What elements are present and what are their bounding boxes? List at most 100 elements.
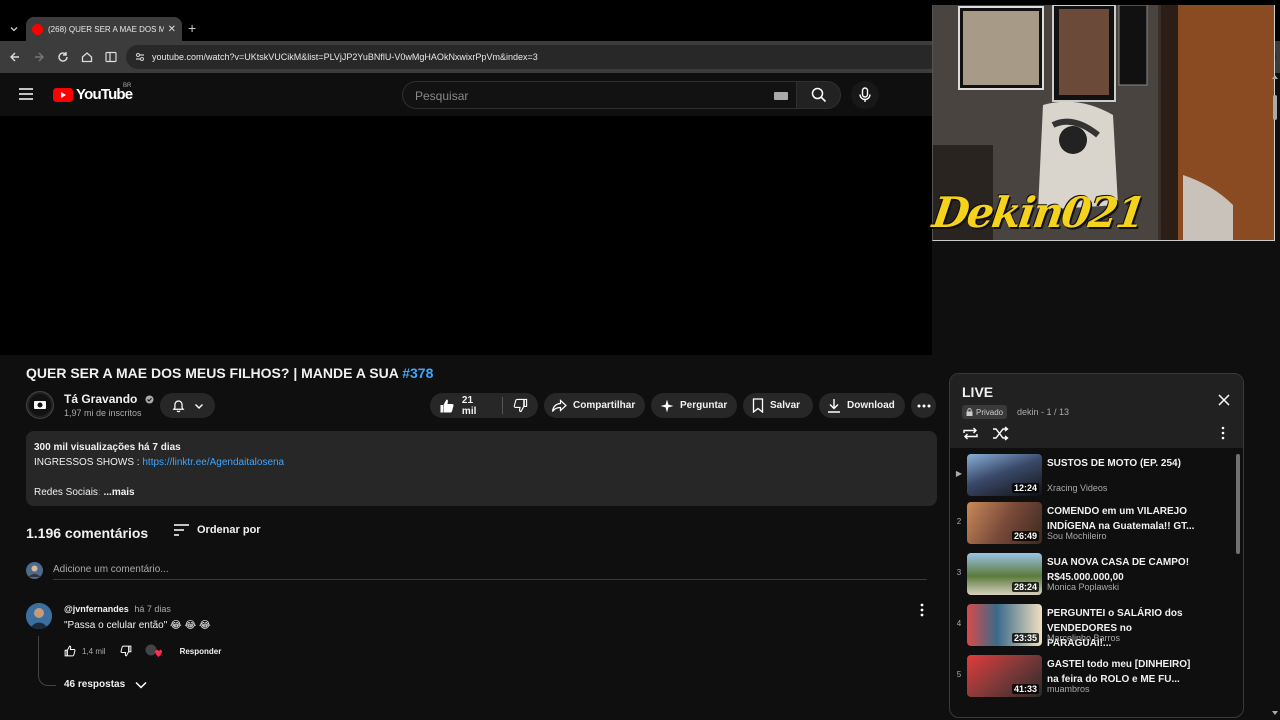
- playlist-item[interactable]: 5 41:33 GASTEI todo meu [DINHEIRO] na fe…: [950, 653, 1238, 699]
- playlist-item-thumbnail: 12:24: [967, 454, 1042, 496]
- save-label: Salvar: [770, 400, 801, 411]
- channel-logo-icon: [29, 394, 51, 416]
- sort-comments-button[interactable]: Ordenar por: [174, 524, 261, 536]
- thumbs-up-icon[interactable]: [64, 645, 76, 657]
- side-panel-icon[interactable]: [104, 50, 118, 64]
- chevron-down-icon: [195, 403, 203, 409]
- add-comment-input[interactable]: Adicione um comentário...: [53, 564, 169, 575]
- site-settings-icon[interactable]: [134, 51, 146, 63]
- shuffle-icon[interactable]: [992, 426, 1009, 441]
- youtube-logo[interactable]: YouTube: [53, 86, 133, 103]
- comment-header: @jvnfernandes há 7 dias: [64, 604, 171, 614]
- ask-button[interactable]: Perguntar: [651, 393, 737, 418]
- playlist-item-thumbnail: 41:33: [967, 655, 1042, 697]
- notification-settings-button[interactable]: [160, 393, 215, 418]
- show-replies-button[interactable]: 46 respostas: [64, 679, 147, 690]
- sort-icon: [174, 524, 189, 536]
- playlist-item-duration: 28:24: [1011, 582, 1039, 592]
- description-more-button[interactable]: ...mais: [103, 487, 134, 498]
- hamburger-menu-icon[interactable]: [19, 88, 33, 100]
- playlist-item-title: SUA NOVA CASA DE CAMPO! R$45.000.000,00: [1047, 557, 1190, 583]
- playlist-panel: LIVE Privado dekin - 1 / 13 ▶ 12:24 SUST…: [949, 373, 1244, 718]
- microphone-icon: [859, 87, 871, 102]
- new-tab-button[interactable]: +: [188, 21, 196, 35]
- more-actions-button[interactable]: [911, 393, 936, 418]
- browser-tab[interactable]: (268) QUER SER A MAE DOS M ✕: [26, 17, 182, 41]
- lock-icon: [966, 408, 973, 416]
- forward-arrow-icon[interactable]: [32, 50, 46, 64]
- description-fade: :: [97, 487, 101, 498]
- search-button[interactable]: [796, 81, 841, 109]
- tab-search-button[interactable]: [4, 19, 24, 39]
- user-avatar: [26, 562, 43, 579]
- playlist-item-channel: muambros: [1047, 684, 1090, 694]
- comment-avatar-icon: [26, 603, 52, 629]
- download-icon: [828, 399, 840, 413]
- more-vertical-icon[interactable]: [1220, 426, 1226, 440]
- channel-name[interactable]: Tá Gravando: [64, 392, 154, 406]
- playlist-item[interactable]: 4 23:35 PERGUNTEI o SALÁRIO dos VENDEDOR…: [950, 602, 1238, 649]
- playlist-item-channel: Marcelinho Barros: [1047, 633, 1121, 643]
- description-stats: 300 mil visualizações há 7 dias: [34, 442, 181, 453]
- like-count: 21 mil: [461, 394, 477, 417]
- playlist-header: LIVE Privado dekin - 1 / 13: [950, 374, 1243, 448]
- channel-avatar[interactable]: [26, 391, 54, 419]
- dislike-button[interactable]: [503, 393, 538, 418]
- comment-author[interactable]: @jvnfernandes: [64, 604, 129, 614]
- playlist-item-index: 2: [956, 517, 962, 526]
- bell-icon: [172, 400, 185, 413]
- loop-icon[interactable]: [962, 426, 979, 441]
- playlist-item-duration: 41:33: [1011, 684, 1039, 694]
- playlist-privacy-label: Privado: [976, 407, 1004, 417]
- replies-count: 46 respostas: [64, 679, 126, 690]
- youtube-play-logo-icon: [53, 87, 73, 102]
- chevron-down-icon: [135, 681, 147, 689]
- url-text: youtube.com/watch?v=UKtskVUCikM&list=PLV…: [152, 52, 538, 62]
- video-hashtag-link[interactable]: #378: [402, 365, 433, 381]
- tickets-link[interactable]: https://linktr.ee/Agendaitalosena: [142, 457, 284, 468]
- playlist-item-channel: Xracing Videos: [1047, 483, 1108, 493]
- add-comment-underline: [53, 579, 927, 580]
- sparkle-icon: [660, 399, 674, 412]
- playlist-title[interactable]: LIVE: [962, 384, 993, 400]
- keyboard-icon[interactable]: [774, 92, 788, 100]
- comment-text: "Passa o celular então" 😂 😂 😂: [64, 620, 211, 631]
- description-social-line: Redes Sociais: ...mais: [34, 485, 929, 500]
- description-tickets-line: INGRESSOS SHOWS : https://linktr.ee/Agen…: [34, 455, 929, 470]
- back-arrow-icon[interactable]: [8, 50, 22, 64]
- voice-search-button[interactable]: [851, 81, 879, 109]
- comment-actions: 1,4 mil Responder: [64, 644, 221, 658]
- playlist-item[interactable]: 2 26:49 COMENDO em um VILAREJO INDÍGENA …: [950, 500, 1238, 546]
- share-arrow-icon: [551, 398, 567, 412]
- video-description[interactable]: 300 mil visualizações há 7 dias INGRESSO…: [26, 431, 937, 506]
- thumbs-down-icon[interactable]: [120, 645, 132, 657]
- search-input[interactable]: Pesquisar: [402, 81, 796, 109]
- channel-name-text: Tá Gravando: [64, 392, 138, 406]
- like-button[interactable]: 21 mil: [430, 393, 490, 418]
- comment-author-avatar[interactable]: [26, 603, 52, 629]
- reload-icon[interactable]: [56, 50, 70, 64]
- reply-button[interactable]: Responder: [180, 647, 222, 656]
- playlist-item-channel: Sou Mochileiro: [1047, 531, 1107, 541]
- sort-label: Ordenar por: [197, 524, 261, 536]
- youtube-favicon-icon: [32, 23, 43, 35]
- save-button[interactable]: Salvar: [743, 393, 813, 418]
- share-label: Compartilhar: [573, 400, 636, 411]
- playlist-scrollbar[interactable]: [1236, 454, 1240, 554]
- playlist-item[interactable]: ▶ 12:24 SUSTOS DE MOTO (EP. 254) Xracing…: [950, 452, 1238, 498]
- more-vertical-icon[interactable]: [918, 603, 926, 617]
- country-code: BR: [123, 83, 132, 89]
- page-scrollbar[interactable]: [1272, 75, 1278, 715]
- comment-time[interactable]: há 7 dias: [134, 604, 171, 614]
- creator-heart-badge-icon: [145, 644, 162, 657]
- reply-thread-line: [38, 636, 56, 686]
- playlist-item-channel: Monica Poplawski: [1047, 582, 1120, 592]
- share-button[interactable]: Compartilhar: [544, 393, 645, 418]
- close-tab-icon[interactable]: ✕: [168, 24, 176, 35]
- close-icon[interactable]: [1218, 394, 1230, 406]
- home-icon[interactable]: [80, 50, 94, 64]
- download-button[interactable]: Download: [819, 393, 905, 418]
- video-player[interactable]: [0, 116, 932, 355]
- playlist-item[interactable]: 3 28:24 SUA NOVA CASA DE CAMPO! R$45.000…: [950, 551, 1238, 597]
- playlist-item-title: GASTEI todo meu [DINHEIRO] na feira do R…: [1047, 659, 1191, 685]
